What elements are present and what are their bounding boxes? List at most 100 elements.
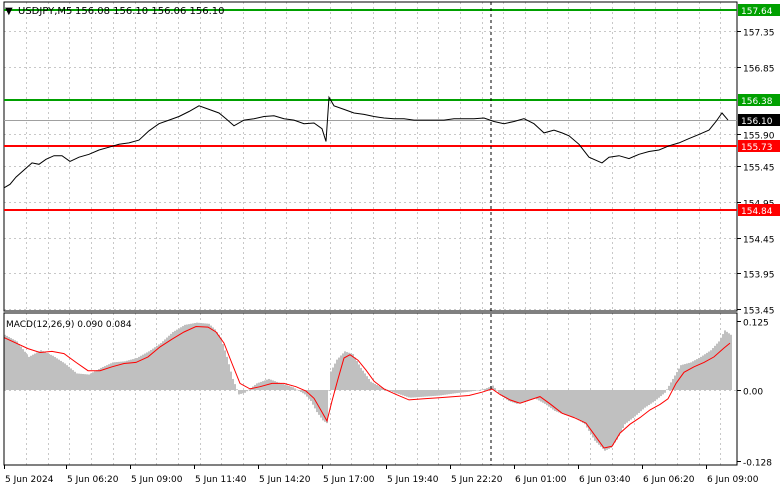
macd-histogram-bar bbox=[688, 362, 690, 390]
header-symbol: USDJPY,M5 bbox=[18, 6, 72, 17]
macd-tick-label: -0.128 bbox=[743, 459, 772, 469]
macd-histogram-bar bbox=[444, 390, 446, 395]
macd-histogram-bar bbox=[410, 390, 412, 398]
macd-histogram-bar bbox=[218, 334, 220, 390]
macd-histogram-bar bbox=[666, 389, 668, 390]
macd-histogram-bar bbox=[580, 390, 582, 422]
macd-histogram-bar bbox=[422, 390, 424, 397]
macd-histogram-bar bbox=[224, 350, 226, 390]
macd-histogram-bar bbox=[182, 326, 184, 390]
time-tick-label: 5 Jun 17:00 bbox=[323, 475, 375, 485]
macd-histogram-bar bbox=[452, 390, 454, 394]
macd-histogram-bar bbox=[612, 390, 614, 446]
macd-histogram-bar bbox=[66, 365, 68, 390]
macd-histogram-bar bbox=[576, 390, 578, 419]
macd-histogram-bar bbox=[164, 339, 166, 390]
macd-histogram-bar bbox=[546, 390, 548, 406]
macd-histogram-bar bbox=[130, 359, 132, 390]
macd-histogram-bar bbox=[586, 390, 588, 428]
macd-histogram-bar bbox=[696, 359, 698, 390]
macd-histogram-bar bbox=[570, 390, 572, 417]
macd-histogram-bar bbox=[116, 362, 118, 390]
macd-histogram-bar bbox=[6, 335, 8, 390]
macd-histogram-bar bbox=[16, 341, 18, 390]
macd-histogram-bar bbox=[706, 352, 708, 390]
macd-histogram-bar bbox=[186, 324, 188, 390]
macd-histogram-bar bbox=[240, 390, 242, 394]
macd-histogram-bar bbox=[84, 374, 86, 390]
macd-histogram-bar bbox=[544, 390, 546, 404]
macd-histogram-bar bbox=[418, 390, 420, 398]
time-tick-label: 5 Jun 22:20 bbox=[451, 475, 503, 485]
macd-histogram-bar bbox=[178, 328, 180, 390]
macd-histogram-bar bbox=[154, 347, 156, 390]
macd-histogram-bar bbox=[214, 329, 216, 390]
macd-histogram-bar bbox=[642, 390, 644, 410]
macd-histogram-bar bbox=[728, 333, 730, 390]
chart-background bbox=[0, 0, 781, 489]
macd-histogram-bar bbox=[408, 390, 410, 398]
price-tick-label: 157.35 bbox=[743, 29, 775, 39]
price-axis: 157.35156.85155.90155.45154.95154.45153.… bbox=[737, 29, 775, 317]
macd-histogram-bar bbox=[718, 341, 720, 390]
macd-histogram-bar bbox=[64, 363, 66, 390]
macd-histogram-bar bbox=[256, 383, 258, 390]
macd-histogram-bar bbox=[496, 390, 498, 391]
macd-histogram-bar bbox=[726, 331, 728, 390]
macd-histogram-bar bbox=[390, 390, 392, 392]
macd-histogram-bar bbox=[274, 381, 276, 390]
macd-histogram-bar bbox=[168, 335, 170, 390]
macd-histogram-bar bbox=[226, 356, 228, 390]
macd-histogram-bar bbox=[654, 390, 656, 402]
macd-histogram-bar bbox=[62, 362, 64, 390]
macd-histogram-bar bbox=[288, 385, 290, 390]
macd-histogram-bar bbox=[564, 390, 566, 415]
macd-histogram-bar bbox=[560, 390, 562, 414]
price-tick-label: 153.45 bbox=[743, 307, 775, 317]
macd-histogram-bar bbox=[158, 344, 160, 390]
macd-histogram-bar bbox=[238, 390, 240, 395]
macd-histogram-bar bbox=[518, 390, 520, 404]
macd-histogram-bar bbox=[74, 371, 76, 390]
macd-histogram-bar bbox=[60, 360, 62, 390]
price-tick-label: 156.85 bbox=[743, 65, 775, 75]
macd-histogram-bar bbox=[598, 390, 600, 445]
macd-histogram-bar bbox=[244, 390, 246, 393]
macd-histogram-bar bbox=[470, 390, 472, 392]
macd-histogram-bar bbox=[246, 390, 248, 392]
macd-histogram-bar bbox=[160, 343, 162, 390]
macd-histogram-bar bbox=[32, 354, 34, 390]
macd-histogram-bar bbox=[68, 366, 70, 390]
macd-histogram-bar bbox=[638, 390, 640, 413]
macd-histogram-bar bbox=[730, 334, 732, 390]
macd-histogram-bar bbox=[180, 327, 182, 390]
macd-histogram-bar bbox=[674, 375, 676, 390]
macd-histogram-bar bbox=[644, 390, 646, 408]
macd-histogram-bar bbox=[412, 390, 414, 398]
macd-histogram-bar bbox=[474, 390, 476, 391]
macd-histogram-bar bbox=[284, 384, 286, 390]
time-tick-label: 6 Jun 01:00 bbox=[515, 475, 567, 485]
macd-histogram-bar bbox=[152, 348, 154, 390]
macd-histogram-bar bbox=[372, 382, 374, 390]
macd-histogram-bar bbox=[98, 369, 100, 390]
macd-histogram-bar bbox=[208, 323, 210, 390]
chart-canvas: 157.35156.85155.90155.45154.95154.45153.… bbox=[0, 0, 781, 489]
macd-histogram-bar bbox=[602, 390, 604, 449]
macd-histogram-bar bbox=[394, 390, 396, 393]
macd-histogram-bar bbox=[172, 332, 174, 390]
macd-histogram-bar bbox=[300, 390, 302, 393]
macd-histogram-bar bbox=[698, 357, 700, 390]
macd-histogram-bar bbox=[354, 357, 356, 390]
macd-histogram-bar bbox=[634, 390, 636, 417]
macd-histogram-bar bbox=[608, 390, 610, 449]
level-tag-label: 154.84 bbox=[741, 207, 773, 217]
macd-histogram-bar bbox=[720, 337, 722, 390]
macd-histogram-bar bbox=[356, 361, 358, 390]
macd-histogram-bar bbox=[128, 360, 130, 390]
time-tick-label: 5 Jun 09:00 bbox=[131, 475, 183, 485]
macd-histogram-bar bbox=[600, 390, 602, 447]
macd-histogram-bar bbox=[670, 382, 672, 390]
macd-histogram-bar bbox=[156, 345, 158, 390]
macd-histogram-bar bbox=[620, 390, 622, 432]
